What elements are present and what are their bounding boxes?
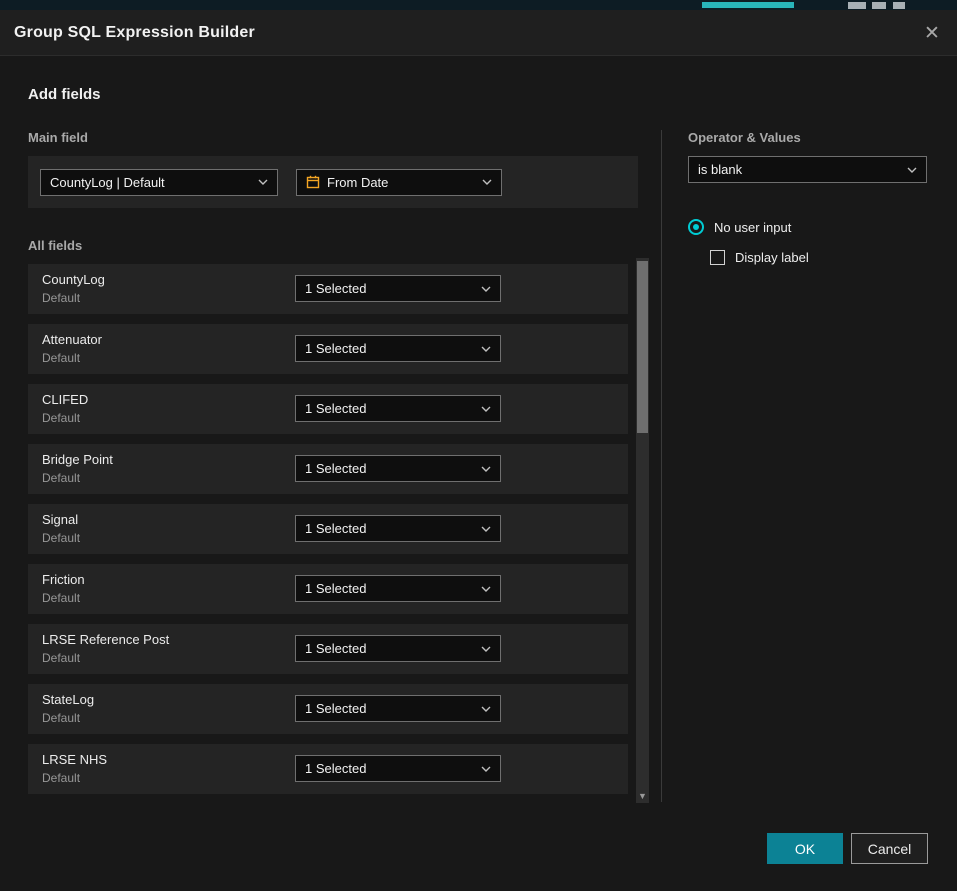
ok-button[interactable]: OK xyxy=(767,833,843,864)
scrollbar-thumb[interactable] xyxy=(637,261,648,433)
close-icon[interactable]: ✕ xyxy=(919,20,945,46)
field-source: Default xyxy=(42,651,80,665)
field-source: Default xyxy=(42,711,80,725)
field-selected-dropdown[interactable]: 1 Selected xyxy=(295,755,501,782)
field-row-friction[interactable]: Friction Default 1 Selected xyxy=(28,564,628,614)
chevron-down-icon xyxy=(258,179,268,185)
field-selected-dropdown[interactable]: 1 Selected xyxy=(295,275,501,302)
field-row-attenuator[interactable]: Attenuator Default 1 Selected xyxy=(28,324,628,374)
display-label-checkbox[interactable]: Display label xyxy=(710,250,809,265)
chevron-down-icon xyxy=(481,466,491,472)
checkbox-unchecked-icon xyxy=(710,250,725,265)
field-selected-value: 1 Selected xyxy=(305,461,366,476)
field-selected-value: 1 Selected xyxy=(305,641,366,656)
chevron-down-icon xyxy=(481,406,491,412)
all-fields-list: CountyLog Default 1 Selected Attenuator … xyxy=(28,264,628,804)
main-date-field-value: From Date xyxy=(327,175,388,190)
field-selected-value: 1 Selected xyxy=(305,521,366,536)
chevron-down-icon xyxy=(481,346,491,352)
chevron-down-icon xyxy=(481,526,491,532)
field-source: Default xyxy=(42,771,80,785)
chevron-down-icon xyxy=(481,286,491,292)
field-name: CountyLog xyxy=(42,272,105,287)
add-fields-heading: Add fields xyxy=(28,86,101,103)
field-source: Default xyxy=(42,411,80,425)
field-source: Default xyxy=(42,591,80,605)
field-source: Default xyxy=(42,351,80,365)
field-name: Friction xyxy=(42,572,85,587)
field-name: CLIFED xyxy=(42,392,88,407)
field-selected-dropdown[interactable]: 1 Selected xyxy=(295,635,501,662)
field-name: Signal xyxy=(42,512,78,527)
fields-scrollbar[interactable]: ▼ xyxy=(636,258,649,803)
background-icon-fragment xyxy=(872,2,886,9)
field-selected-value: 1 Selected xyxy=(305,581,366,596)
main-field-row: CountyLog | Default From Date xyxy=(28,156,638,208)
chevron-down-icon xyxy=(481,766,491,772)
field-row-clifed[interactable]: CLIFED Default 1 Selected xyxy=(28,384,628,434)
field-selected-value: 1 Selected xyxy=(305,281,366,296)
panel-divider xyxy=(661,130,662,802)
no-user-input-label: No user input xyxy=(714,220,791,235)
field-row-lrse-nhs[interactable]: LRSE NHS Default 1 Selected xyxy=(28,744,628,794)
chevron-down-icon xyxy=(907,167,917,173)
chevron-down-icon xyxy=(481,706,491,712)
scrollbar-down-arrow-icon[interactable]: ▼ xyxy=(636,792,649,801)
field-selected-dropdown[interactable]: 1 Selected xyxy=(295,455,501,482)
field-row-bridge-point[interactable]: Bridge Point Default 1 Selected xyxy=(28,444,628,494)
field-source: Default xyxy=(42,291,80,305)
chevron-down-icon xyxy=(482,179,492,185)
background-link-fragment xyxy=(702,2,794,8)
field-row-lrse-reference-post[interactable]: LRSE Reference Post Default 1 Selected xyxy=(28,624,628,674)
dialog-title: Group SQL Expression Builder xyxy=(14,24,255,42)
field-name: Attenuator xyxy=(42,332,102,347)
field-selected-dropdown[interactable]: 1 Selected xyxy=(295,515,501,542)
chevron-down-icon xyxy=(481,646,491,652)
all-fields-label: All fields xyxy=(28,238,82,253)
field-selected-dropdown[interactable]: 1 Selected xyxy=(295,395,501,422)
field-row-signal[interactable]: Signal Default 1 Selected xyxy=(28,504,628,554)
operator-select-value: is blank xyxy=(698,162,742,177)
no-user-input-radio[interactable]: No user input xyxy=(688,219,791,235)
screen: Group SQL Expression Builder ✕ Add field… xyxy=(0,0,957,891)
field-row-statelog[interactable]: StateLog Default 1 Selected xyxy=(28,684,628,734)
chevron-down-icon xyxy=(481,586,491,592)
operator-select[interactable]: is blank xyxy=(688,156,927,183)
field-name: LRSE Reference Post xyxy=(42,632,169,647)
field-selected-value: 1 Selected xyxy=(305,341,366,356)
field-selected-dropdown[interactable]: 1 Selected xyxy=(295,335,501,362)
background-icon-fragment xyxy=(893,2,905,9)
field-source: Default xyxy=(42,471,80,485)
field-selected-value: 1 Selected xyxy=(305,761,366,776)
background-app-strip xyxy=(0,0,957,10)
dialog-title-bar: Group SQL Expression Builder ✕ xyxy=(0,10,957,56)
display-label-label: Display label xyxy=(735,250,809,265)
radio-selected-icon xyxy=(688,219,704,235)
field-selected-dropdown[interactable]: 1 Selected xyxy=(295,575,501,602)
main-layer-select[interactable]: CountyLog | Default xyxy=(40,169,278,196)
field-name: LRSE NHS xyxy=(42,752,107,767)
background-icon-fragment xyxy=(848,2,866,9)
group-sql-expression-builder-dialog: Group SQL Expression Builder ✕ Add field… xyxy=(0,10,957,891)
main-date-field-select[interactable]: From Date xyxy=(296,169,502,196)
operator-values-heading: Operator & Values xyxy=(688,130,801,145)
field-source: Default xyxy=(42,531,80,545)
field-row-countylog[interactable]: CountyLog Default 1 Selected xyxy=(28,264,628,314)
calendar-icon xyxy=(306,175,320,189)
main-layer-select-value: CountyLog | Default xyxy=(50,175,165,190)
cancel-button[interactable]: Cancel xyxy=(851,833,928,864)
field-name: Bridge Point xyxy=(42,452,113,467)
field-selected-dropdown[interactable]: 1 Selected xyxy=(295,695,501,722)
field-selected-value: 1 Selected xyxy=(305,401,366,416)
main-field-label: Main field xyxy=(28,130,88,145)
field-name: StateLog xyxy=(42,692,94,707)
field-selected-value: 1 Selected xyxy=(305,701,366,716)
